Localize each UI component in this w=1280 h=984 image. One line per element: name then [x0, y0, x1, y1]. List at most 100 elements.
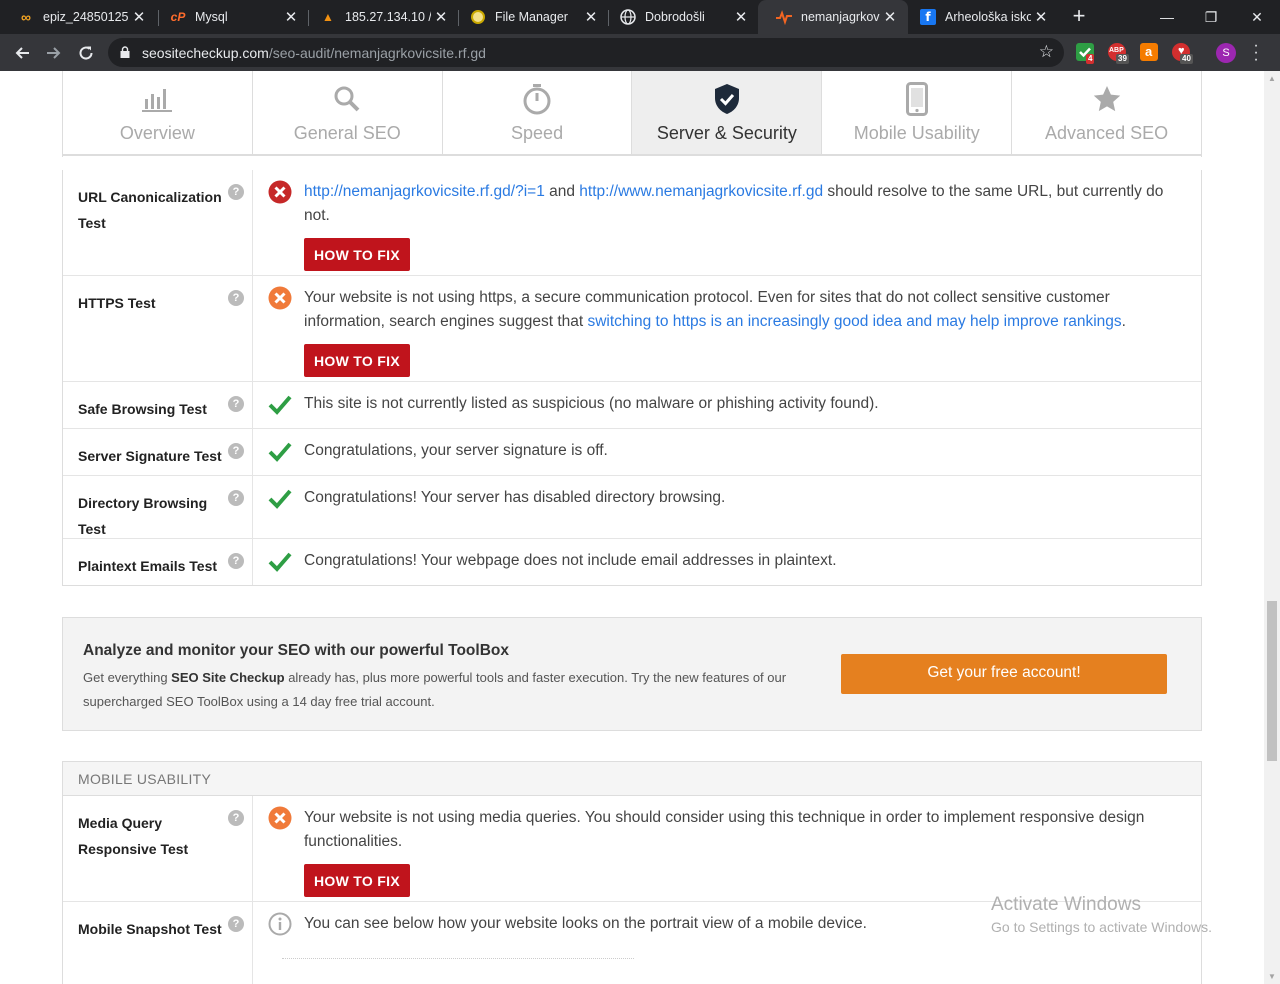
test-result: http://nemanjagrkovicsite.rf.gd/?i=1 and…: [253, 170, 1201, 275]
browser-tab-strip: ∞ epiz_24850125 ( ✕ cP Mysql ✕ ▲ 185.27.…: [0, 0, 1280, 34]
smartphone-icon: [905, 81, 928, 117]
lock-icon: [120, 46, 130, 58]
help-question-icon[interactable]: ?: [228, 443, 244, 459]
close-icon[interactable]: ✕: [581, 8, 601, 26]
close-icon[interactable]: ✕: [431, 8, 451, 26]
test-name: URL Canonicalization Test: [78, 189, 222, 231]
help-question-icon[interactable]: ?: [228, 810, 244, 826]
promo-text-bold: SEO Site Checkup: [171, 670, 285, 685]
minimize-button[interactable]: —: [1144, 0, 1190, 34]
pass-check-icon: [268, 489, 292, 509]
server-security-section: URL Canonicalization Test ? http://neman…: [62, 170, 1202, 586]
browser-tab-dobrodosli[interactable]: Dobrodošli ✕: [602, 0, 759, 34]
warning-x-icon: [268, 806, 292, 830]
browser-toolbar: seositecheckup.com/seo-audit/nemanjagrko…: [0, 34, 1280, 71]
nav-advanced-seo[interactable]: Advanced SEO: [1012, 71, 1201, 154]
pass-check-icon: [268, 552, 292, 572]
phpmyadmin-icon: ▲: [322, 10, 334, 24]
browser-tab-phpmyadmin[interactable]: ▲ 185.27.134.10 / ✕: [302, 0, 459, 34]
test-label: Mobile Snapshot Test ?: [63, 902, 253, 984]
test-label: Safe Browsing Test ?: [63, 382, 253, 428]
browser-tab-mysql[interactable]: cP Mysql ✕: [152, 0, 309, 34]
mobile-usability-section: MOBILE USABILITY Media Query Responsive …: [62, 761, 1202, 984]
test-name: HTTPS Test: [78, 295, 156, 311]
facebook-icon: f: [920, 9, 936, 25]
help-question-icon[interactable]: ?: [228, 916, 244, 932]
nav-server-security[interactable]: Server & Security: [632, 71, 823, 154]
help-question-icon[interactable]: ?: [228, 490, 244, 506]
profile-avatar[interactable]: S: [1216, 43, 1236, 63]
bookmark-star-icon[interactable]: ☆: [1039, 42, 1054, 62]
scrollbar-thumb[interactable]: [1267, 601, 1277, 761]
close-icon[interactable]: ✕: [1031, 8, 1051, 26]
test-label: Directory Browsing Test ?: [63, 476, 253, 538]
nav-speed[interactable]: Speed: [443, 71, 633, 154]
shopping-extension-icon[interactable]: a: [1140, 43, 1158, 61]
help-question-icon[interactable]: ?: [228, 184, 244, 200]
message-text: and: [544, 183, 580, 200]
reload-button[interactable]: [72, 39, 100, 67]
test-name: Safe Browsing Test: [78, 401, 207, 417]
page-scrollbar[interactable]: ▲ ▼: [1264, 71, 1280, 984]
infinity-icon: ∞: [21, 9, 31, 25]
test-result: This site is not currently listed as sus…: [253, 382, 1201, 428]
close-icon[interactable]: ✕: [129, 8, 149, 26]
browser-tab-seositecheckup[interactable]: nemanjagrkovic ✕: [758, 0, 908, 34]
cpanel-icon: cP: [170, 10, 186, 24]
close-icon[interactable]: ✕: [281, 8, 301, 26]
extension-badge: 39: [1116, 54, 1129, 64]
message-text: .: [1121, 313, 1126, 330]
notification-extension-icon[interactable]: ♥ 40: [1172, 43, 1193, 64]
get-free-account-button[interactable]: Get your free account!: [841, 654, 1167, 694]
test-message: http://nemanjagrkovicsite.rf.gd/?i=1 and…: [304, 180, 1186, 271]
nav-label: Speed: [511, 123, 564, 143]
forward-button[interactable]: [40, 39, 68, 67]
test-message: Congratulations, your server signature i…: [304, 442, 608, 459]
canonical-url-link-1[interactable]: http://nemanjagrkovicsite.rf.gd/?i=1: [304, 183, 545, 200]
test-label: HTTPS Test ?: [63, 276, 253, 381]
globe-icon: [620, 9, 636, 25]
scroll-up-arrow-icon[interactable]: ▲: [1268, 74, 1276, 83]
help-question-icon[interactable]: ?: [228, 553, 244, 569]
back-button[interactable]: [8, 39, 36, 67]
abp-extension-icon[interactable]: ABP 39: [1108, 43, 1129, 64]
scroll-down-arrow-icon[interactable]: ▼: [1268, 972, 1276, 981]
test-row-https: HTTPS Test ? Your website is not using h…: [63, 276, 1201, 382]
nav-label: General SEO: [293, 123, 401, 143]
promo-title: Analyze and monitor your SEO with our po…: [83, 642, 509, 659]
browser-tab-file-manager[interactable]: File Manager ✕: [452, 0, 609, 34]
test-label: Server Signature Test ?: [63, 429, 253, 475]
stopwatch-icon: [522, 81, 552, 117]
address-bar[interactable]: seositecheckup.com/seo-audit/nemanjagrko…: [108, 38, 1064, 67]
canonical-url-link-2[interactable]: http://www.nemanjagrkovicsite.rf.gd: [579, 183, 823, 200]
new-tab-button[interactable]: +: [1068, 5, 1090, 27]
how-to-fix-button[interactable]: HOW TO FIX: [304, 864, 410, 897]
warning-x-icon: [268, 286, 292, 310]
how-to-fix-button[interactable]: HOW TO FIX: [304, 238, 410, 271]
close-window-button[interactable]: ✕: [1234, 0, 1280, 34]
close-icon[interactable]: ✕: [880, 8, 900, 26]
filemanager-icon: [470, 9, 486, 25]
browser-tab-epiz[interactable]: ∞ epiz_24850125 ( ✕: [0, 0, 157, 34]
test-message: Congratulations! Your server has disable…: [304, 489, 726, 506]
pass-check-icon: [268, 442, 292, 462]
shield-extension-icon[interactable]: 4: [1076, 43, 1095, 64]
help-question-icon[interactable]: ?: [228, 290, 244, 306]
close-icon[interactable]: ✕: [731, 8, 751, 26]
fail-x-icon: [268, 180, 292, 204]
magnifier-icon: [333, 81, 361, 117]
browser-tab-facebook[interactable]: f Arheološka isko ✕: [902, 0, 1059, 34]
nav-label: Advanced SEO: [1045, 123, 1169, 143]
test-message: This site is not currently listed as sus…: [304, 395, 879, 412]
help-question-icon[interactable]: ?: [228, 396, 244, 412]
browser-menu-icon[interactable]: · · ·: [1250, 38, 1262, 68]
test-label: Media Query Responsive Test ?: [63, 796, 253, 901]
how-to-fix-button[interactable]: HOW TO FIX: [304, 344, 410, 377]
nav-label: Overview: [119, 123, 195, 143]
watermark-title: Activate Windows: [991, 894, 1141, 915]
nav-general-seo[interactable]: General SEO: [253, 71, 443, 154]
restore-button[interactable]: ❐: [1188, 0, 1234, 34]
nav-overview[interactable]: Overview: [63, 71, 253, 154]
nav-mobile-usability[interactable]: Mobile Usability: [822, 71, 1013, 154]
https-rankings-link[interactable]: switching to https is an increasingly go…: [587, 313, 1121, 330]
